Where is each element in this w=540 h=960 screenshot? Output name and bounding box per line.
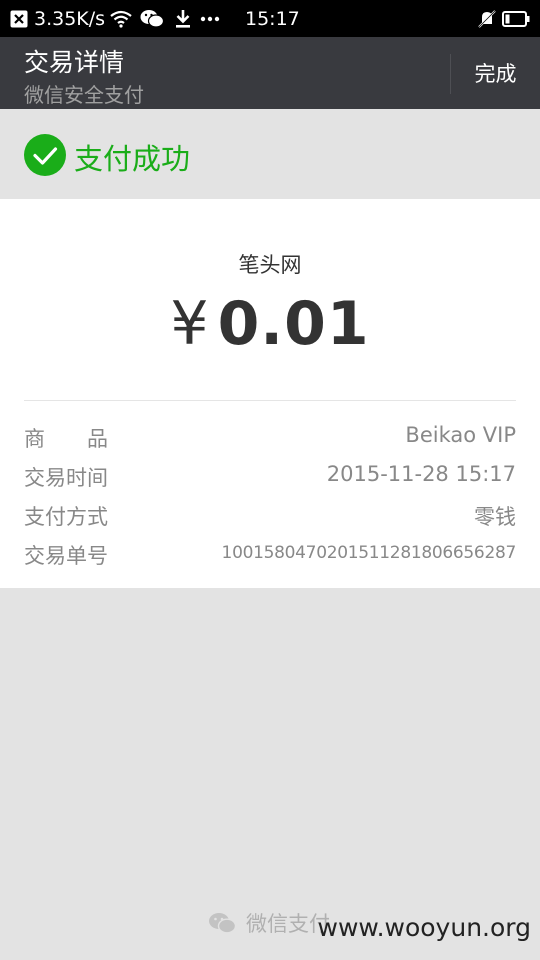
payment-status-text: 支付成功 [74, 142, 191, 176]
page-subtitle: 微信安全支付 [24, 83, 144, 107]
watermark: www.wooyun.org [317, 913, 531, 942]
detail-value: 1001580470201511281806656287 [221, 543, 517, 563]
detail-row-order-number: 交易单号 1001580470201511281806656287 [24, 540, 516, 570]
more-dots-icon [200, 0, 220, 37]
amount-value: 0.01 [217, 289, 370, 359]
wechat-pay-icon [209, 913, 236, 934]
detail-value: Beikao VIP [405, 423, 516, 447]
battery-icon [502, 0, 530, 37]
detail-label: 商 品 [24, 427, 108, 451]
page-title: 交易详情 [24, 48, 125, 77]
network-speed: 3.35K/s [34, 7, 106, 30]
detail-value: 零钱 [474, 505, 516, 529]
detail-value: 2015-11-28 15:17 [326, 462, 516, 486]
close-box-icon [10, 0, 28, 37]
wechat-icon [140, 0, 164, 37]
detail-row-method: 支付方式 零钱 [24, 501, 516, 531]
merchant-name: 笔头网 [238, 253, 302, 277]
detail-label: 支付方式 [24, 505, 108, 529]
detail-label: 交易时间 [24, 466, 108, 490]
detail-label: 交易单号 [24, 544, 108, 568]
wifi-icon [110, 0, 132, 37]
currency-symbol: ¥ [170, 289, 210, 359]
footer-brand: 微信支付 [208, 908, 330, 938]
download-icon [174, 0, 192, 37]
app-header: 交易详情 微信安全支付 完成 [0, 37, 540, 109]
detail-row-product: 商 品 Beikao VIP [24, 423, 516, 453]
check-circle-icon [24, 134, 66, 176]
done-button[interactable]: 完成 [451, 37, 540, 109]
detail-row-time: 交易时间 2015-11-28 15:17 [24, 462, 516, 492]
status-bar: 3.35K/s 15:17 [0, 0, 540, 37]
payment-status-banner: 支付成功 [0, 109, 540, 199]
mute-icon [478, 0, 496, 37]
status-time: 15:17 [245, 7, 300, 30]
payment-amount: ¥0.01 [0, 289, 540, 359]
transaction-card: 笔头网 ¥0.01 商 品 Beikao VIP 交易时间 2015-11-28… [0, 199, 540, 588]
card-divider [24, 400, 516, 401]
